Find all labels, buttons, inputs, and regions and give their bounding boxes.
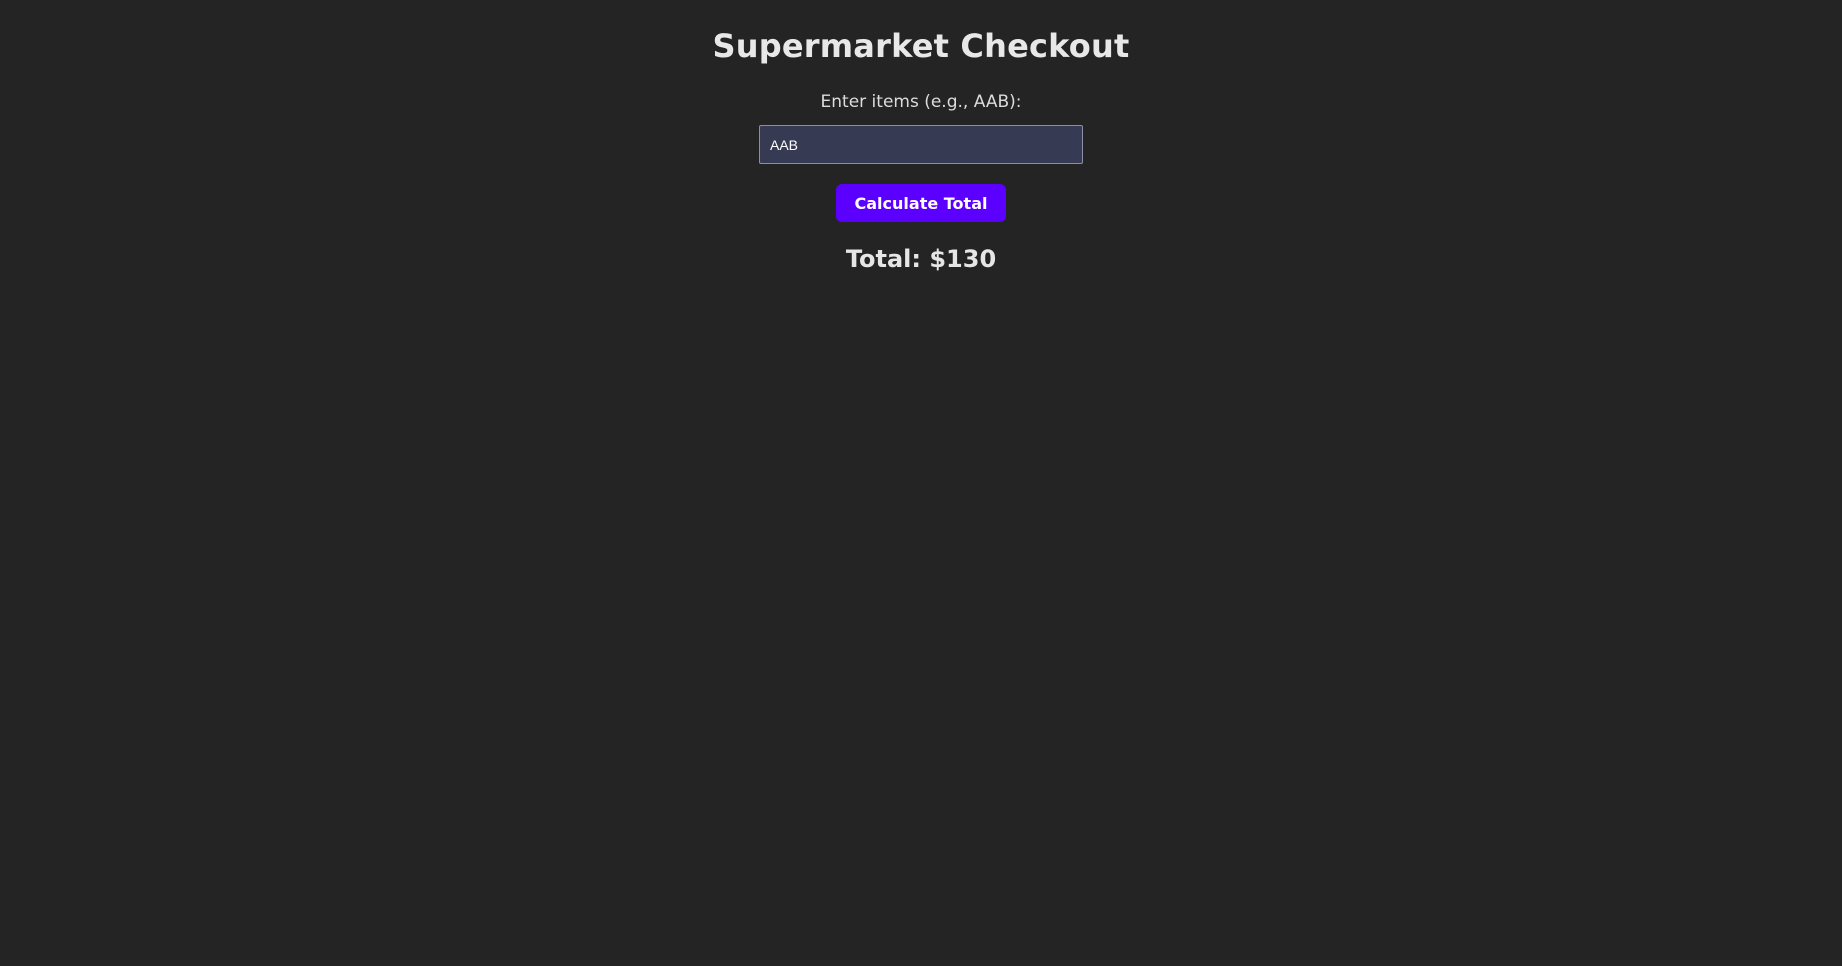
items-input[interactable] [759, 125, 1083, 164]
page-title: Supermarket Checkout [712, 27, 1130, 65]
checkout-page: Supermarket Checkout Enter items (e.g., … [0, 0, 1842, 966]
total-result: Total: $130 [845, 245, 997, 273]
items-label: Enter items (e.g., AAB): [820, 92, 1022, 112]
calculate-total-button[interactable]: Calculate Total [835, 184, 1007, 222]
